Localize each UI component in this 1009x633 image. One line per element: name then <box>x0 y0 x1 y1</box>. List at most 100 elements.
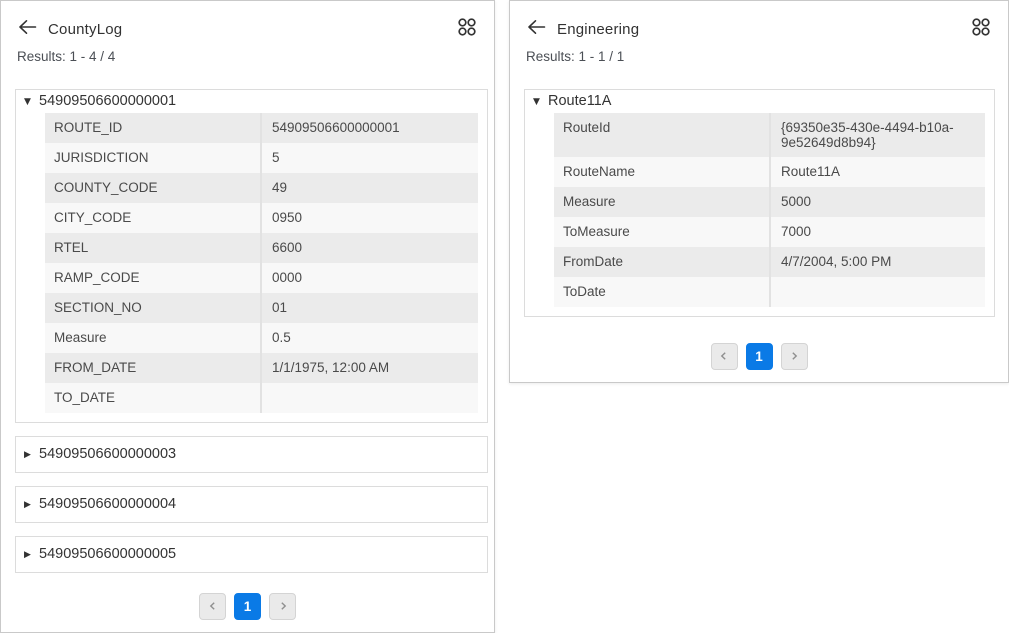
previous-page-button[interactable] <box>711 343 738 370</box>
feature-header-toggle[interactable]: ▶ 54909506600000004 <box>16 487 487 522</box>
chevron-left-icon <box>208 598 218 616</box>
table-row: RouteId {69350e35-430e-4494-b10a-9e52649… <box>554 113 985 157</box>
panel-title: Engineering <box>557 21 639 38</box>
caret-down-icon: ▼ <box>533 97 548 107</box>
field-label: SECTION_NO <box>45 293 260 323</box>
field-value: {69350e35-430e-4494-b10a-9e52649d8b94} <box>769 113 985 157</box>
table-row: CITY_CODE 0950 <box>45 203 478 233</box>
field-value: 1/1/1975, 12:00 AM <box>260 353 478 383</box>
field-label: Measure <box>554 187 769 217</box>
table-row: JURISDICTION 5 <box>45 143 478 173</box>
grid-view-button[interactable] <box>456 18 478 40</box>
feature-header-toggle[interactable]: ▶ 54909506600000003 <box>16 437 487 472</box>
field-value: 0.5 <box>260 323 478 353</box>
field-value: 4/7/2004, 5:00 PM <box>769 247 985 277</box>
field-label: RouteName <box>554 157 769 187</box>
table-row: RouteName Route11A <box>554 157 985 187</box>
table-row: ROUTE_ID 54909506600000001 <box>45 113 478 143</box>
feature-card: ▶ 54909506600000003 <box>15 436 488 473</box>
panel-engineering: Engineering Results: 1 - 1 / 1 ▼ Ro <box>509 0 1009 383</box>
back-arrow-icon <box>527 19 546 40</box>
field-value: 0950 <box>260 203 478 233</box>
grid-icon <box>971 17 991 42</box>
field-value: 54909506600000001 <box>260 113 478 143</box>
page-number-button[interactable]: 1 <box>746 343 773 370</box>
table-row: RAMP_CODE 0000 <box>45 263 478 293</box>
table-row: SECTION_NO 01 <box>45 293 478 323</box>
next-page-button[interactable] <box>269 593 296 620</box>
table-row: ToDate <box>554 277 985 307</box>
chevron-left-icon <box>719 348 729 366</box>
back-arrow-icon <box>18 19 37 40</box>
table-row: Measure 0.5 <box>45 323 478 353</box>
next-page-button[interactable] <box>781 343 808 370</box>
field-label: ToDate <box>554 277 769 307</box>
feature-title: Route11A <box>548 93 611 110</box>
field-label: FROM_DATE <box>45 353 260 383</box>
table-row: ToMeasure 7000 <box>554 217 985 247</box>
field-value: Route11A <box>769 157 985 187</box>
field-label: TO_DATE <box>45 383 260 413</box>
field-label: RAMP_CODE <box>45 263 260 293</box>
panel-engineering-header: Engineering Results: 1 - 1 / 1 <box>510 1 1008 64</box>
feature-list: ▼ Route11A RouteId {69350e35-430e-4494-b… <box>510 64 1008 317</box>
back-button[interactable] <box>17 19 37 39</box>
field-label: CITY_CODE <box>45 203 260 233</box>
grid-icon <box>457 17 477 42</box>
field-label: ToMeasure <box>554 217 769 247</box>
results-count: Results: 1 - 4 / 4 <box>17 49 478 64</box>
field-value: 5 <box>260 143 478 173</box>
field-label: ROUTE_ID <box>45 113 260 143</box>
table-row: Measure 5000 <box>554 187 985 217</box>
back-button[interactable] <box>526 19 546 39</box>
field-label: Measure <box>45 323 260 353</box>
chevron-right-icon <box>278 598 288 616</box>
feature-header-toggle[interactable]: ▼ 54909506600000001 <box>16 90 487 113</box>
feature-header-toggle[interactable]: ▶ 54909506600000005 <box>16 537 487 572</box>
caret-right-icon: ▶ <box>24 550 39 560</box>
field-value: 7000 <box>769 217 985 247</box>
field-value: 5000 <box>769 187 985 217</box>
caret-right-icon: ▶ <box>24 450 39 460</box>
page-number-button[interactable]: 1 <box>234 593 261 620</box>
field-value: 0000 <box>260 263 478 293</box>
feature-header-toggle[interactable]: ▼ Route11A <box>525 90 994 113</box>
pagination: 1 <box>510 343 1008 370</box>
feature-card: ▶ 54909506600000004 <box>15 486 488 523</box>
feature-title: 54909506600000004 <box>39 496 176 513</box>
table-row: TO_DATE <box>45 383 478 413</box>
attribute-table: RouteId {69350e35-430e-4494-b10a-9e52649… <box>554 113 985 307</box>
field-value: 6600 <box>260 233 478 263</box>
feature-card: ▼ Route11A RouteId {69350e35-430e-4494-b… <box>524 89 995 317</box>
feature-card: ▶ 54909506600000005 <box>15 536 488 573</box>
chevron-right-icon <box>789 348 799 366</box>
table-row: FROM_DATE 1/1/1975, 12:00 AM <box>45 353 478 383</box>
feature-title: 54909506600000001 <box>39 93 176 110</box>
grid-view-button[interactable] <box>970 18 992 40</box>
field-value: 49 <box>260 173 478 203</box>
feature-title: 54909506600000005 <box>39 546 176 563</box>
field-label: COUNTY_CODE <box>45 173 260 203</box>
panel-title: CountyLog <box>48 21 122 38</box>
panel-countylog: CountyLog Results: 1 - 4 / 4 ▼ <box>0 0 495 633</box>
field-label: RouteId <box>554 113 769 157</box>
feature-list: ▼ 54909506600000001 ROUTE_ID 54909506600… <box>1 64 494 573</box>
field-value <box>260 383 478 413</box>
caret-right-icon: ▶ <box>24 500 39 510</box>
field-label: FromDate <box>554 247 769 277</box>
table-row: COUNTY_CODE 49 <box>45 173 478 203</box>
previous-page-button[interactable] <box>199 593 226 620</box>
table-row: FromDate 4/7/2004, 5:00 PM <box>554 247 985 277</box>
results-count: Results: 1 - 1 / 1 <box>526 49 992 64</box>
feature-title: 54909506600000003 <box>39 446 176 463</box>
panel-countylog-header: CountyLog Results: 1 - 4 / 4 <box>1 1 494 64</box>
caret-down-icon: ▼ <box>24 97 39 107</box>
field-label: JURISDICTION <box>45 143 260 173</box>
field-value <box>769 277 985 307</box>
feature-card: ▼ 54909506600000001 ROUTE_ID 54909506600… <box>15 89 488 423</box>
table-row: RTEL 6600 <box>45 233 478 263</box>
field-value: 01 <box>260 293 478 323</box>
pagination: 1 <box>1 593 494 620</box>
feature-info-screen: CountyLog Results: 1 - 4 / 4 ▼ <box>0 0 1009 633</box>
attribute-table: ROUTE_ID 54909506600000001 JURISDICTION … <box>45 113 478 413</box>
